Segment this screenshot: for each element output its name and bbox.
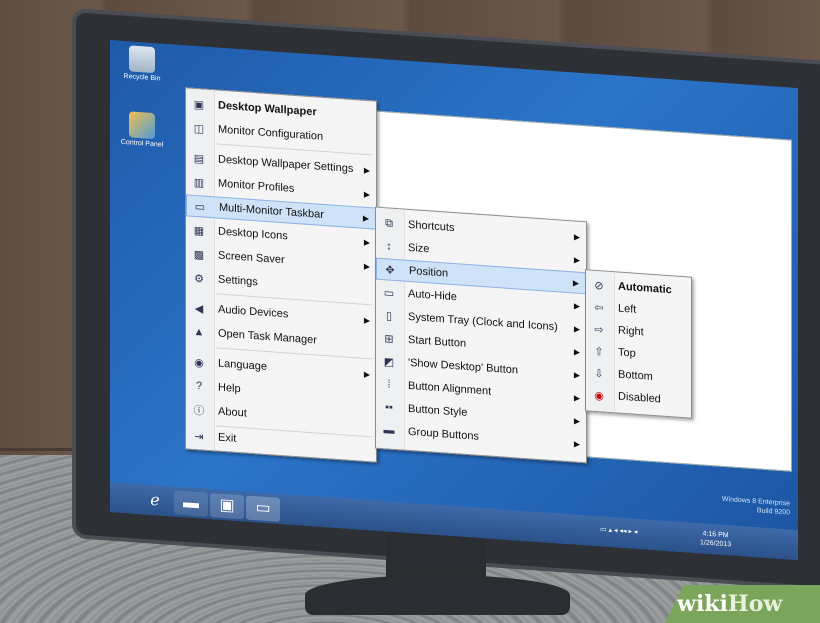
speaker-icon: ◀: [194, 302, 204, 316]
shortcuts-icon: ⧉: [385, 216, 393, 230]
menu-item-label: Desktop Wallpaper: [218, 99, 317, 119]
submenu-arrow-icon: ▶: [363, 237, 370, 247]
task-manager-icon: ▲: [193, 325, 205, 339]
menu-item-label: Size: [408, 241, 430, 256]
screen-saver-icon: ▩: [193, 248, 205, 262]
auto-hide-icon: ▭: [383, 286, 395, 300]
clock-date: 1/26/2013: [700, 539, 732, 549]
submenu-arrow-icon: ▶: [363, 315, 370, 325]
context-menu-main: ▣ Desktop Wallpaper ◫ Monitor Configurat…: [185, 87, 377, 463]
submenu-arrow-icon: ▶: [363, 369, 370, 379]
arrow-down-icon: ⇩: [594, 367, 604, 381]
menu-item-label: Language: [218, 357, 267, 373]
submenu-arrow-icon: ▶: [573, 415, 580, 426]
alignment-icon: ⁞: [387, 378, 391, 391]
desktop-icon-recycle-bin[interactable]: Recycle Bin: [112, 44, 172, 83]
menu-item-label: Desktop Wallpaper Settings: [218, 153, 354, 176]
desktop-icons-icon: ▦: [193, 224, 205, 238]
desktop-icon-label: Recycle Bin: [123, 72, 161, 83]
menu-item-label: Settings: [218, 273, 258, 289]
menu-item-label: Shortcuts: [408, 218, 455, 235]
windows-watermark: Windows 8 Enterprise Build 9200: [670, 491, 790, 517]
context-menu-position: ⊘ Automatic ⇦ Left ⇨ Right ⇧ Top ⇩ Botto…: [585, 269, 692, 419]
info-icon: ⓘ: [193, 404, 205, 418]
submenu-arrow-icon: ▶: [572, 277, 579, 288]
language-icon: ◉: [194, 356, 204, 370]
wikihow-logo: wikiHow: [665, 585, 820, 623]
menu-item-label: Left: [618, 302, 637, 316]
file-explorer-icon[interactable]: ▬: [174, 490, 208, 517]
recycle-bin-icon: [129, 45, 155, 74]
control-panel-icon: [129, 111, 155, 140]
submenu-arrow-icon: ▶: [362, 213, 369, 223]
disabled-icon: ◉: [594, 389, 604, 403]
submenu-arrow-icon: ▶: [573, 323, 580, 334]
submenu-arrow-icon: ▶: [573, 254, 580, 265]
menu-item-label: Screen Saver: [218, 249, 285, 267]
monitor-screen: Recycle Bin Control Panel ▣ Desktop Wall…: [110, 40, 798, 561]
automatic-icon: ⊘: [594, 279, 604, 293]
menu-item-label: Monitor Profiles: [218, 177, 295, 195]
display-fusion-icon[interactable]: ▭: [246, 495, 280, 522]
menu-item-label: Desktop Icons: [218, 225, 288, 243]
exit-icon: ⇥: [194, 430, 204, 444]
powerpoint-icon[interactable]: ▣: [210, 492, 244, 520]
move-icon: ✥: [385, 263, 395, 277]
wallpaper-settings-icon: ▤: [193, 152, 205, 166]
taskbar-icon: ▭: [194, 200, 206, 214]
gear-icon: ⚙: [194, 272, 204, 286]
menu-item-label: Start Button: [408, 333, 467, 350]
menu-item-label: Open Task Manager: [218, 327, 317, 347]
menu-item-label: Auto-Hide: [408, 287, 457, 304]
submenu-arrow-icon: ▶: [573, 300, 580, 311]
size-icon: ↕: [386, 240, 392, 253]
show-desktop-icon: ◩: [383, 355, 395, 369]
internet-explorer-icon[interactable]: ℯ: [138, 488, 172, 514]
start-button-icon: ⊞: [384, 332, 394, 346]
logo-wiki-text: wiki: [677, 591, 728, 617]
context-menu-taskbar: ⧉ Shortcuts ▶ ↕ Size ▶ ✥ Position ▶ ▭ Au…: [375, 206, 587, 464]
submenu-arrow-icon: ▶: [363, 189, 370, 199]
monitor-profiles-icon: ▥: [193, 176, 205, 190]
logo-how-text: How: [727, 591, 783, 617]
group-buttons-icon: ▬: [383, 424, 395, 437]
menu-item-label: Button Alignment: [408, 379, 492, 398]
arrow-right-icon: ⇨: [594, 323, 604, 337]
menu-item-label: Audio Devices: [218, 303, 289, 321]
menu-item-label: Bottom: [618, 368, 653, 383]
menu-item-label: 'Show Desktop' Button: [408, 356, 518, 377]
menu-item-label: Button Style: [408, 402, 468, 419]
help-icon: ?: [195, 380, 203, 393]
system-tray-icons[interactable]: ▭ ▴ ◂ ◂◂ ▸ ◂: [600, 525, 637, 536]
button-style-icon: ▪▪: [385, 401, 393, 414]
menu-item-label: Position: [409, 264, 449, 280]
submenu-arrow-icon: ▶: [573, 231, 580, 242]
submenu-arrow-icon: ▶: [363, 261, 370, 271]
desktop-icon-control-panel[interactable]: Control Panel: [112, 110, 172, 149]
menu-item-label: Group Buttons: [408, 425, 479, 443]
arrow-up-icon: ⇧: [594, 345, 604, 359]
menu-item-label: Right: [618, 324, 644, 339]
menu-item-label: Automatic: [618, 280, 672, 297]
arrow-left-icon: ⇦: [594, 301, 604, 315]
wallpaper-icon: ▣: [193, 98, 205, 112]
menu-item-label: Disabled: [618, 390, 661, 406]
menu-item-label: Monitor Configuration: [218, 123, 324, 143]
submenu-arrow-icon: ▶: [363, 165, 370, 175]
submenu-arrow-icon: ▶: [573, 346, 580, 357]
menu-item-label: Exit: [218, 431, 237, 445]
system-tray-icon: ▯: [385, 309, 393, 323]
menu-item-label: Multi-Monitor Taskbar: [219, 201, 324, 221]
menu-item-label: About: [218, 405, 247, 420]
submenu-arrow-icon: ▶: [573, 369, 580, 380]
menu-item-label: Top: [618, 346, 636, 360]
menu-item-label: Help: [218, 381, 241, 396]
submenu-arrow-icon: ▶: [573, 438, 580, 449]
monitor-stand-base: [305, 575, 570, 615]
submenu-arrow-icon: ▶: [573, 392, 580, 403]
monitor-config-icon: ◫: [193, 122, 205, 136]
taskbar-clock[interactable]: 4:16 PM 1/26/2013: [700, 529, 731, 549]
desktop-icon-label: Control Panel: [120, 138, 164, 149]
